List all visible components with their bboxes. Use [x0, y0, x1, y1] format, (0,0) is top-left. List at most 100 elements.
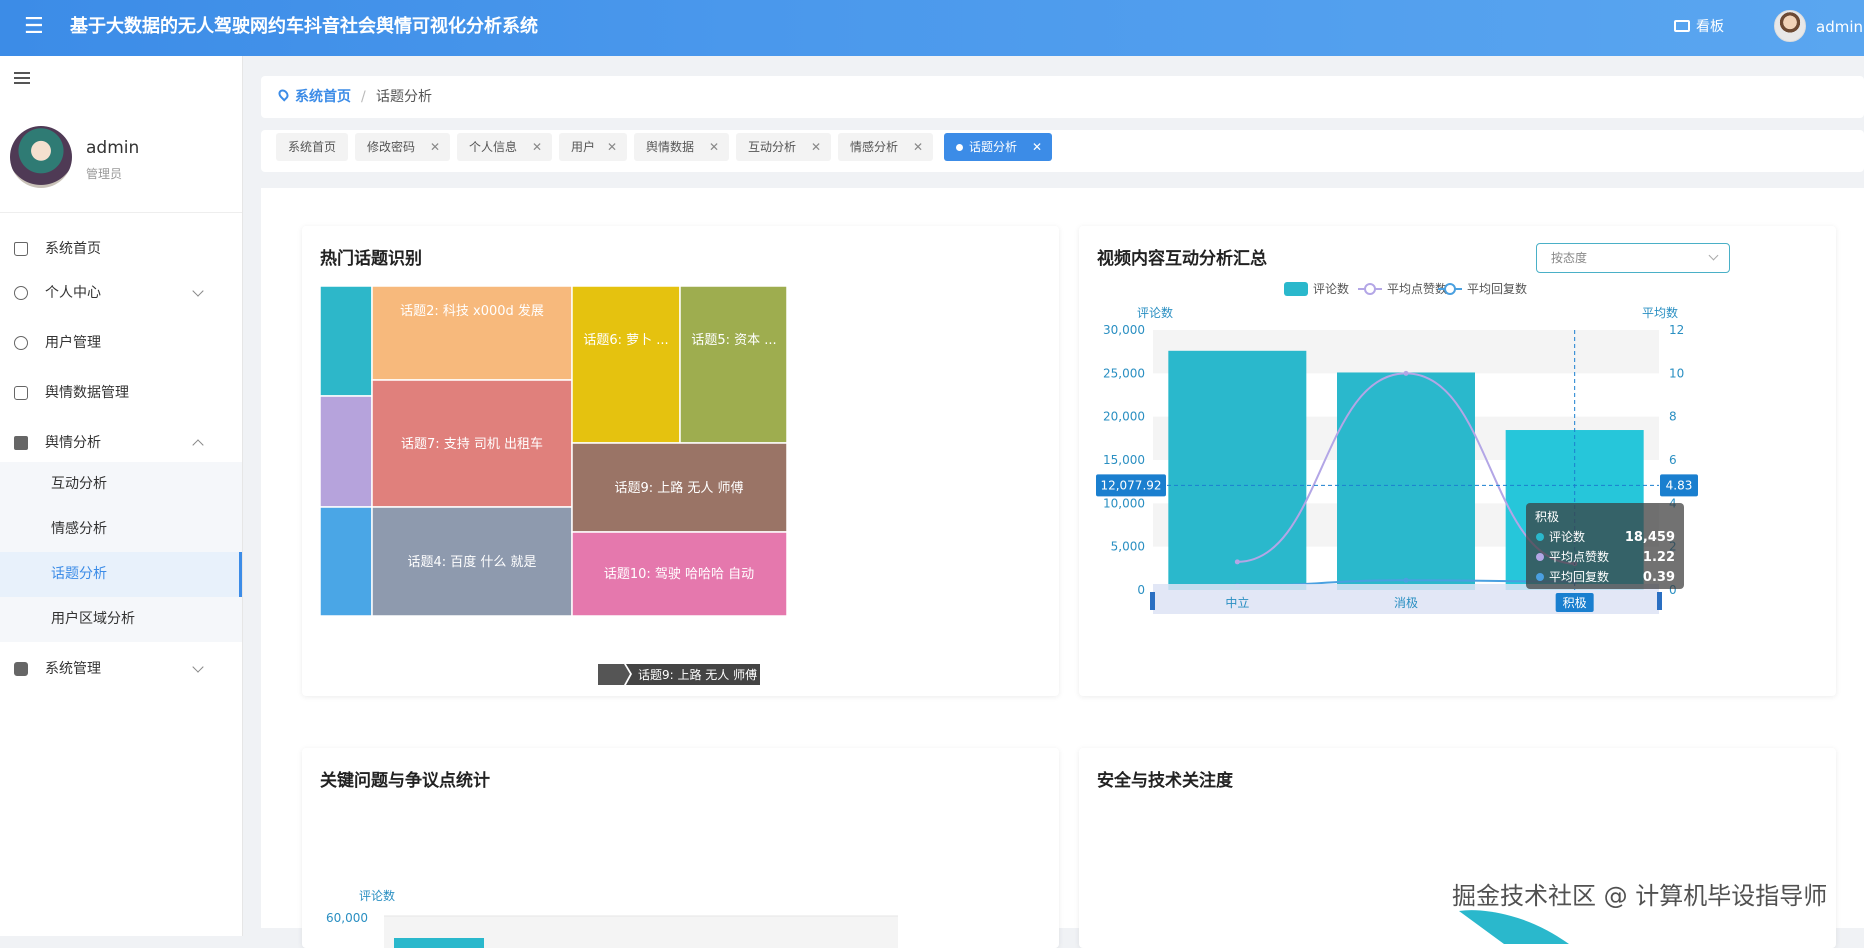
- series-point[interactable]: [1403, 577, 1409, 583]
- bar[interactable]: [394, 938, 484, 948]
- close-icon[interactable]: ✕: [607, 133, 617, 161]
- profile-divider: [0, 212, 242, 213]
- sidebar: admin 管理员 系统首页 个人中心 用户管理 舆情数据管理 舆情分析 互动分…: [0, 56, 243, 936]
- y-tick-label: 60,000: [326, 911, 368, 925]
- y-tick-label-left: 5,000: [1111, 540, 1145, 554]
- treemap-node[interactable]: [319, 285, 373, 397]
- tag-interaction-analysis[interactable]: 互动分析 ✕: [736, 133, 831, 161]
- treemap-breadcrumb[interactable]: 话题9: 上路 无人 师傅: [598, 664, 760, 685]
- breadcrumb: 系统首页 / 话题分析: [261, 76, 1864, 118]
- treemap-node[interactable]: [679, 285, 788, 444]
- sidebar-subitem-label: 用户区域分析: [51, 611, 135, 627]
- sidebar-subitem-emotion[interactable]: 情感分析: [0, 507, 242, 552]
- issues-chart: 评论数60,00050,000: [326, 888, 898, 948]
- tag-label: 修改密码: [367, 140, 416, 154]
- chevron-down-icon: [192, 661, 204, 673]
- y-tick-label-right: 8: [1669, 410, 1677, 424]
- sidebar-subitem-region[interactable]: 用户区域分析: [0, 597, 242, 642]
- bar[interactable]: [1168, 350, 1307, 590]
- tag-change-password[interactable]: 修改密码 ✕: [355, 133, 450, 161]
- close-icon[interactable]: ✕: [532, 133, 542, 161]
- hamburger-icon[interactable]: ☰: [24, 14, 44, 40]
- legend-label[interactable]: 平均回复数: [1467, 281, 1527, 296]
- board-link[interactable]: 看板: [1674, 17, 1724, 37]
- breadcrumb-separator: /: [361, 89, 366, 105]
- treemap-node[interactable]: [319, 506, 373, 617]
- tooltip-series-name: 评论数: [1549, 529, 1585, 544]
- tag-user[interactable]: 用户 ✕: [559, 133, 627, 161]
- sidebar-item-label: 个人中心: [45, 285, 101, 301]
- legend-label[interactable]: 评论数: [1313, 281, 1349, 296]
- sidebar-item-home[interactable]: 系统首页: [0, 225, 242, 273]
- treemap-label: 话题5: 资本 ...: [691, 333, 776, 348]
- sidebar-item-label: 舆情分析: [45, 435, 101, 451]
- treemap-breadcrumb-label: 话题9: 上路 无人 师傅: [638, 667, 757, 682]
- chart-tooltip: 积极评论数 18,459 平均点赞数 1.22 平均回复数 0.39: [1526, 503, 1684, 589]
- crosshair-label-left: 12,077.92: [1100, 478, 1161, 492]
- treemap-node[interactable]: [319, 395, 373, 508]
- y-tick-label-right: 12: [1669, 323, 1684, 337]
- sidebar-item-sentiment-analysis[interactable]: 舆情分析: [0, 419, 242, 467]
- tag-home[interactable]: 系统首页: [276, 133, 348, 161]
- user-avatar[interactable]: [1774, 10, 1806, 42]
- tag-emotion-analysis[interactable]: 情感分析 ✕: [838, 133, 933, 161]
- treemap-label: 话题10: 驾驶 哈哈哈 自动: [604, 567, 754, 582]
- home-icon: [14, 242, 28, 256]
- close-icon[interactable]: ✕: [913, 133, 923, 161]
- x-tick-label: 消极: [1394, 596, 1418, 610]
- treemap-node[interactable]: [371, 285, 573, 381]
- legend-swatch-marker: [1364, 283, 1376, 295]
- treemap-label: 话题2: 科技 x000d 发展: [400, 303, 544, 319]
- tooltip-marker: [1536, 573, 1544, 581]
- legend-swatch[interactable]: [1284, 282, 1308, 296]
- safety-chart: [1459, 910, 1569, 944]
- sidebar-subitem-topic[interactable]: 话题分析: [0, 552, 242, 597]
- series-point[interactable]: [1234, 559, 1240, 565]
- y-axis-title-left: 评论数: [1137, 305, 1173, 320]
- sidebar-item-label: 舆情数据管理: [45, 385, 129, 401]
- y-tick-label-left: 25,000: [1103, 366, 1145, 380]
- monitor-icon: [14, 662, 28, 676]
- close-icon[interactable]: ✕: [1032, 133, 1042, 161]
- sidebar-item-personal-center[interactable]: 个人中心: [0, 269, 242, 317]
- breadcrumb-home[interactable]: 系统首页: [295, 87, 351, 107]
- profile-avatar: [10, 126, 72, 188]
- treemap-label: 话题4: 百度 什么 就是: [407, 554, 536, 570]
- tag-label: 用户: [571, 140, 596, 154]
- close-icon[interactable]: ✕: [811, 133, 821, 161]
- tooltip-series-value: 1.22: [1643, 550, 1675, 565]
- slider-handle-right[interactable]: [1657, 592, 1662, 610]
- combo-chart: 05,00010,00015,00020,00025,00030,0000246…: [1096, 281, 1698, 614]
- sidebar-item-sentiment-data[interactable]: 舆情数据管理: [0, 369, 242, 417]
- tooltip-series-name: 平均回复数: [1549, 569, 1609, 584]
- bar[interactable]: [1337, 372, 1475, 590]
- active-dot-icon: [956, 144, 963, 151]
- slider-handle-left[interactable]: [1150, 592, 1155, 610]
- chevron-down-icon: [192, 285, 204, 297]
- header-username[interactable]: admin: [1816, 17, 1863, 37]
- sidebar-item-system-management[interactable]: 系统管理: [0, 645, 242, 693]
- clock-icon: [14, 336, 28, 350]
- close-icon[interactable]: ✕: [430, 133, 440, 161]
- panel-safety: 安全与技术关注度: [1079, 748, 1836, 948]
- tag-topic-analysis[interactable]: 话题分析 ✕: [944, 133, 1052, 161]
- tooltip-marker: [1536, 533, 1544, 541]
- sidebar-subitem-label: 情感分析: [51, 521, 107, 537]
- monitor-icon: [1674, 20, 1690, 32]
- sidebar-subitem-interaction[interactable]: 互动分析: [0, 462, 242, 507]
- tooltip-series-value: 18,459: [1625, 530, 1675, 545]
- x-tick-label: 中立: [1225, 595, 1249, 610]
- treemap-node[interactable]: [571, 285, 681, 444]
- sidebar-item-user-management[interactable]: 用户管理: [0, 319, 242, 367]
- pie-slice[interactable]: [1459, 910, 1569, 944]
- close-icon[interactable]: ✕: [709, 133, 719, 161]
- crosshair-label-right: 4.83: [1666, 478, 1693, 492]
- y-axis-title: 评论数: [359, 888, 395, 903]
- collapse-sidebar-icon[interactable]: [14, 72, 30, 86]
- tag-personal-info[interactable]: 个人信息 ✕: [457, 133, 552, 161]
- app-title: 基于大数据的无人驾驶网约车抖音社会舆情可视化分析系统: [70, 16, 538, 37]
- tag-sentiment-data[interactable]: 舆情数据 ✕: [634, 133, 729, 161]
- ticket-icon: [14, 436, 28, 450]
- series-point[interactable]: [1403, 370, 1409, 376]
- tag-bar: 系统首页 修改密码 ✕ 个人信息 ✕ 用户 ✕ 舆情数据 ✕ 互动分析 ✕ 情感分析 ✕ 话…: [261, 130, 1864, 172]
